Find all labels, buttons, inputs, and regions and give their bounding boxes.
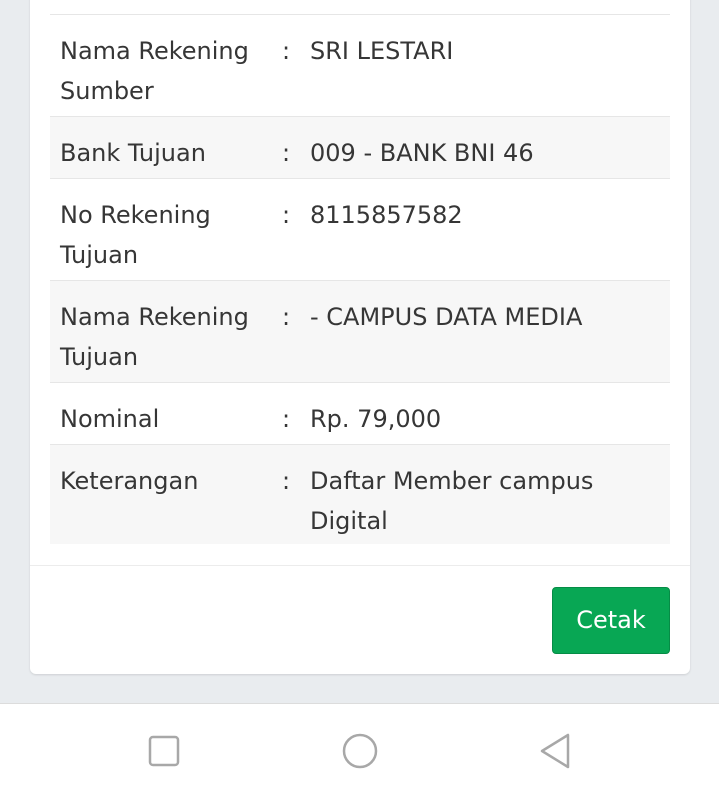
- description-separator: :: [282, 467, 291, 495]
- print-button[interactable]: Cetak: [552, 587, 670, 654]
- nominal-value: Rp. 79,000: [310, 405, 442, 433]
- transfer-detail-card: Nama Rekening Sumber : SRI LESTARI Bank …: [30, 0, 690, 674]
- table-row-destination-account-name: Nama Rekening Tujuan : - CAMPUS DATA MED…: [50, 280, 670, 382]
- source-account-name-separator: :: [282, 37, 291, 65]
- destination-bank-separator: :: [282, 139, 291, 167]
- table-row-destination-account-number: No Rekening Tujuan : 8115857582: [50, 178, 670, 280]
- source-account-name-label: Nama Rekening Sumber: [60, 37, 249, 105]
- destination-bank-value: 009 - BANK BNI 46: [310, 139, 534, 167]
- destination-account-number-separator: :: [282, 201, 291, 229]
- table-row-source-account-name: Nama Rekening Sumber : SRI LESTARI: [50, 14, 670, 116]
- table-row-nominal: Nominal : Rp. 79,000: [50, 382, 670, 444]
- table-row-partial: [50, 0, 670, 14]
- card-footer-divider: [30, 565, 690, 566]
- destination-account-name-value: - CAMPUS DATA MEDIA: [310, 303, 583, 331]
- destination-account-name-label: Nama Rekening Tujuan: [60, 303, 249, 371]
- source-account-name-value: SRI LESTARI: [310, 37, 454, 65]
- system-navigation-bar: [0, 703, 719, 798]
- description-label: Keterangan: [60, 467, 199, 495]
- destination-account-number-value: 8115857582: [310, 201, 463, 229]
- destination-account-name-separator: :: [282, 303, 291, 331]
- description-value: Daftar Member campus Digital: [310, 467, 594, 535]
- table-row-destination-bank: Bank Tujuan : 009 - BANK BNI 46: [50, 116, 670, 178]
- table-row-description: Keterangan : Daftar Member campus Digita…: [50, 444, 670, 544]
- square-recents-icon[interactable]: [144, 731, 184, 771]
- destination-bank-label: Bank Tujuan: [60, 139, 206, 167]
- circle-home-icon[interactable]: [340, 731, 380, 771]
- nominal-label: Nominal: [60, 405, 160, 433]
- nominal-separator: :: [282, 405, 291, 433]
- destination-account-number-label: No Rekening Tujuan: [60, 201, 211, 269]
- triangle-back-icon[interactable]: [536, 731, 576, 771]
